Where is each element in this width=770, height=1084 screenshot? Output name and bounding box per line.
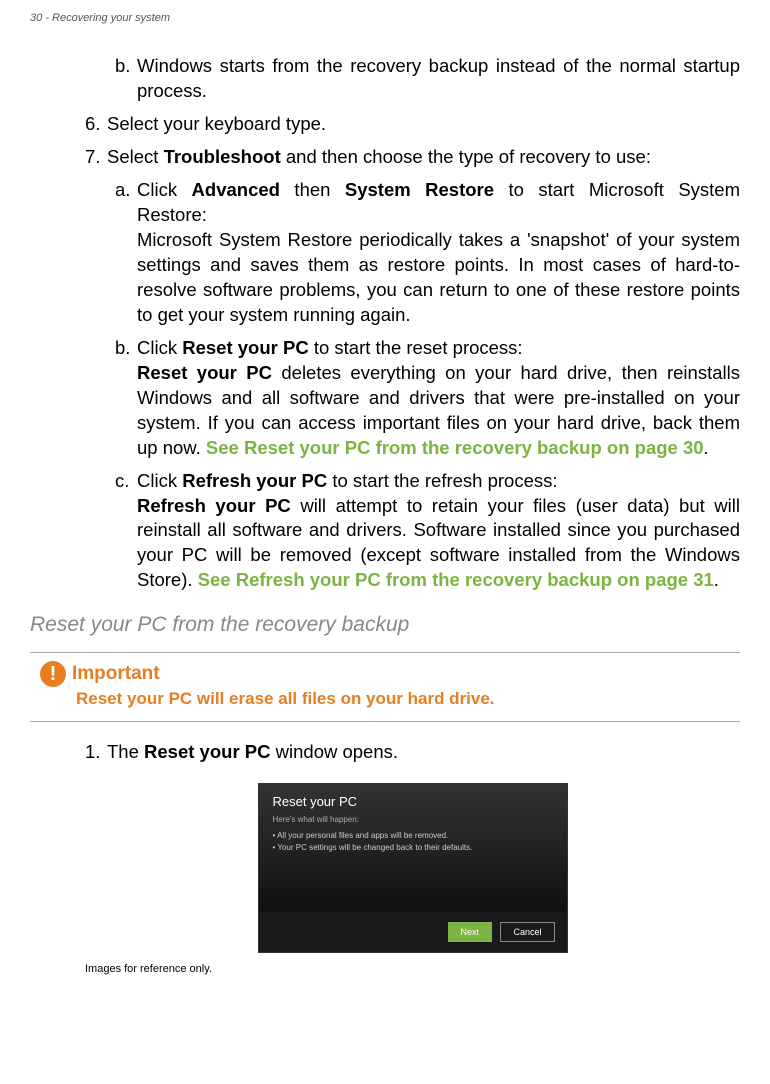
body-bold: Refresh your PC xyxy=(137,495,291,516)
cross-ref-link[interactable]: See Refresh your PC from the recovery ba… xyxy=(198,569,714,590)
screenshot-subtitle: Here's what will happen: xyxy=(273,815,553,824)
important-note: ! Important Reset your PC will erase all … xyxy=(30,652,740,722)
cancel-button: Cancel xyxy=(500,922,554,942)
text: Windows starts from the recovery backup … xyxy=(137,55,740,101)
bold1: Reset your PC xyxy=(144,741,270,762)
marker: b. xyxy=(115,336,130,361)
important-icon: ! xyxy=(40,661,66,687)
text-mid: then xyxy=(280,179,345,200)
period: . xyxy=(714,569,719,590)
text-post: to start the reset process: xyxy=(309,337,523,358)
list-sub-b-top: b. Windows starts from the recovery back… xyxy=(115,54,740,104)
list-item-1: 1. The Reset your PC window opens. xyxy=(85,740,740,765)
period: . xyxy=(704,437,709,458)
text-post: to start the refresh process: xyxy=(327,470,557,491)
body-bold: Reset your PC xyxy=(137,362,272,383)
cross-ref-link[interactable]: See Reset your PC from the recovery back… xyxy=(206,437,704,458)
marker: 7. xyxy=(85,145,100,170)
text-pre: Select xyxy=(107,146,164,167)
screenshot-container: Reset your PC Here's what will happen: •… xyxy=(85,783,740,953)
text-bold: Troubleshoot xyxy=(164,146,281,167)
text: Select your keyboard type. xyxy=(107,113,326,134)
body: Reset your PC deletes everything on your… xyxy=(137,361,740,461)
bold2: System Restore xyxy=(345,179,494,200)
page-header: 30 - Recovering your system xyxy=(30,12,740,24)
bold1: Advanced xyxy=(192,179,280,200)
marker: b. xyxy=(115,54,130,79)
section-heading: Reset your PC from the recovery backup xyxy=(30,613,740,637)
text-pre: The xyxy=(107,741,144,762)
text-pre: Click xyxy=(137,337,182,358)
bold1: Reset your PC xyxy=(182,337,308,358)
screenshot-title: Reset your PC xyxy=(273,794,553,809)
list-item-6: 6. Select your keyboard type. xyxy=(85,112,740,137)
marker: c. xyxy=(115,469,129,494)
list-sub-c: c. Click Refresh your PC to start the re… xyxy=(115,469,740,594)
text-post: window opens. xyxy=(271,741,399,762)
bold1: Refresh your PC xyxy=(182,470,327,491)
next-button: Next xyxy=(448,922,493,942)
image-caption: Images for reference only. xyxy=(85,963,740,975)
text-pre: Click xyxy=(137,179,192,200)
list-sub-b: b. Click Reset your PC to start the rese… xyxy=(115,336,740,461)
screenshot-bullet1: • All your personal files and apps will … xyxy=(273,830,553,842)
text-post: and then choose the type of recovery to … xyxy=(281,146,651,167)
marker: 6. xyxy=(85,112,100,137)
body: Refresh your PC will attempt to retain y… xyxy=(137,494,740,594)
marker: a. xyxy=(115,178,130,203)
marker: 1. xyxy=(85,740,100,765)
note-title: Important xyxy=(72,663,160,684)
note-body: Reset your PC will erase all files on yo… xyxy=(76,689,730,709)
text-pre: Click xyxy=(137,470,182,491)
body: Microsoft System Restore periodically ta… xyxy=(137,228,740,328)
reset-pc-screenshot: Reset your PC Here's what will happen: •… xyxy=(258,783,568,953)
screenshot-bullet2: • Your PC settings will be changed back … xyxy=(273,842,553,854)
list-sub-a: a. Click Advanced then System Restore to… xyxy=(115,178,740,328)
list-item-7: 7. Select Troubleshoot and then choose t… xyxy=(85,145,740,170)
